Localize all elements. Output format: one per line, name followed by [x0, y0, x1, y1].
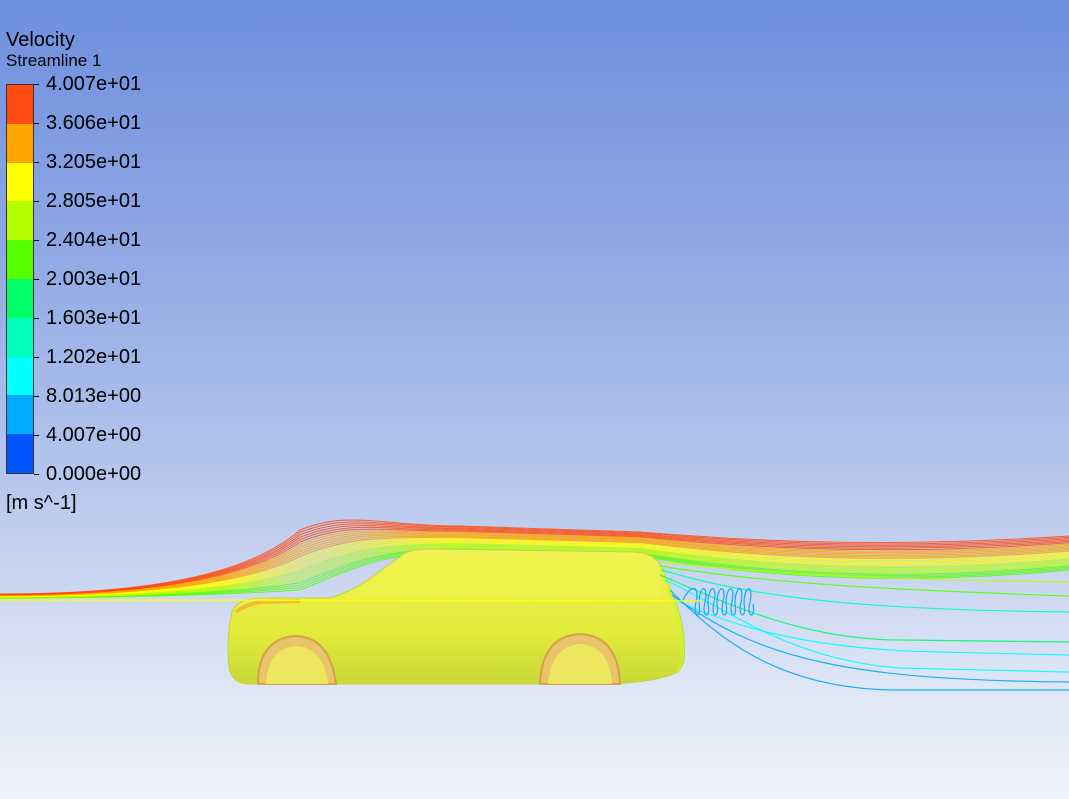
legend-tick-label: 1.202e+01 [46, 346, 142, 368]
legend-tick-label: 2.805e+01 [46, 190, 142, 212]
legend-tick-label: 1.603e+01 [46, 307, 142, 329]
legend-tick-label: 2.003e+01 [46, 268, 142, 290]
legend-tick: 3.205e+01 [34, 152, 141, 172]
legend-tick: 1.202e+01 [34, 347, 141, 367]
legend-tick-mark [34, 317, 39, 319]
legend-tick: 2.003e+01 [34, 269, 141, 289]
legend-tick: 0.000e+00 [34, 464, 141, 484]
legend-tick-mark [34, 200, 39, 202]
legend-unit: [m s^-1] [6, 492, 77, 514]
legend-tick: 1.603e+01 [34, 308, 141, 328]
legend-tick-label: 3.606e+01 [46, 112, 142, 134]
legend-color-bar [6, 84, 34, 474]
legend-tick: 2.404e+01 [34, 230, 141, 250]
legend-color-segment [7, 162, 33, 202]
legend-color-segment [7, 240, 33, 279]
legend-color-segment [7, 85, 33, 124]
legend-tick-mark [34, 161, 39, 163]
legend-tick: 4.007e+01 [34, 74, 141, 94]
streamline [674, 599, 1069, 656]
car-window-band [345, 554, 662, 598]
legend-tick-mark [34, 356, 39, 358]
graphics-viewport[interactable]: Velocity Streamline 1 4.007e+01 3.606e+01… [0, 0, 1069, 799]
legend-tick: 3.606e+01 [34, 113, 141, 133]
legend-tick: 8.013e+00 [34, 386, 141, 406]
legend-color-segment [7, 317, 33, 357]
legend-color-segment [7, 395, 33, 435]
legend-tick-label: 4.007e+00 [46, 424, 142, 446]
legend-title: Velocity [6, 29, 75, 51]
legend-tick-label: 4.007e+01 [46, 73, 142, 95]
legend-tick-mark [34, 83, 39, 85]
streamline [0, 599, 701, 602]
legend-tick-label: 2.404e+01 [46, 229, 142, 251]
legend-tick-mark [34, 239, 39, 241]
legend-tick-mark [34, 278, 39, 280]
legend-tick-mark [34, 473, 39, 475]
legend-color-segment [7, 123, 33, 163]
legend-color-segment [7, 434, 33, 473]
legend-tick-mark [34, 395, 39, 397]
legend-tick-mark [34, 434, 39, 436]
legend-tick: 4.007e+00 [34, 425, 141, 445]
legend-tick-labels: 4.007e+01 3.606e+01 3.205e+01 2.805e+01 2.40… [34, 74, 194, 484]
legend-color-segment [7, 356, 33, 396]
legend-subtitle: Streamline 1 [6, 51, 102, 70]
legend-tick-label: 0.000e+00 [46, 463, 142, 485]
legend-tick-label: 8.013e+00 [46, 385, 142, 407]
legend-color-segment [7, 201, 33, 241]
legend-tick-label: 3.205e+01 [46, 151, 142, 173]
legend-tick-mark [34, 122, 39, 124]
legend-tick: 2.805e+01 [34, 191, 141, 211]
legend-color-segment [7, 278, 33, 318]
